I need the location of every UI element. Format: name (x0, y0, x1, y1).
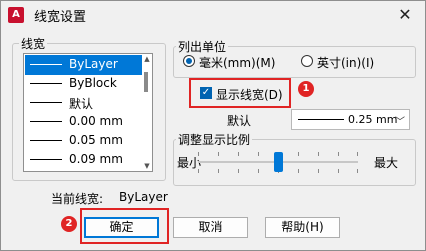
mm-radio-label[interactable]: 毫米(mm)(M) (199, 54, 275, 71)
slider-tick (218, 152, 219, 156)
list-item-0-09[interactable]: 0.09 mm (25, 150, 142, 170)
scrollbar-thumb[interactable] (144, 72, 148, 92)
app-logo-icon: A (8, 7, 24, 23)
lineweights-label: 线宽 (19, 35, 48, 52)
list-item-default[interactable]: 默认 (25, 93, 142, 113)
line-sample (30, 159, 62, 160)
units-label: 列出单位 (176, 38, 229, 55)
callout-badge-2: 2 (61, 216, 77, 232)
slider-tick (338, 152, 339, 156)
current-lineweight-value: ByLayer (119, 190, 168, 204)
highlight-box-2 (80, 208, 169, 244)
default-label: 默认 (227, 114, 252, 128)
title-bar: A 线宽设置 ✕ (1, 1, 425, 29)
slider-tick (298, 152, 299, 156)
default-lineweight-dropdown[interactable]: 0.25 mm ﹀ (291, 109, 410, 130)
help-button[interactable]: 帮助(H) (265, 217, 340, 238)
list-item-0-05[interactable]: 0.05 mm (25, 131, 142, 151)
dropdown-value: 0.25 mm (348, 113, 398, 126)
callout-badge-1: 1 (298, 81, 314, 97)
list-item-label: 0.00 mm (69, 114, 123, 128)
line-sample (30, 140, 62, 141)
chevron-down-icon[interactable]: ﹀ (395, 113, 405, 128)
slider-tick (298, 169, 299, 173)
list-item-label: 0.05 mm (69, 133, 123, 147)
scroll-down-icon[interactable]: ▼ (143, 162, 151, 170)
close-icon[interactable]: ✕ (387, 3, 423, 27)
slider-tick (198, 169, 199, 173)
list-item-bylayer[interactable]: ByLayer (25, 55, 142, 75)
scroll-up-icon[interactable]: ▲ (143, 55, 151, 63)
scale-slider-thumb[interactable] (274, 152, 283, 172)
list-item-byblock[interactable]: ByBlock (25, 74, 142, 94)
slider-tick (357, 169, 358, 173)
line-sample (298, 119, 344, 120)
list-item-label: ByBlock (69, 76, 117, 90)
scale-max-label: 最大 (374, 156, 399, 170)
slider-tick (318, 169, 319, 173)
slider-tick (357, 152, 358, 156)
inch-radio[interactable] (301, 55, 313, 67)
cancel-button[interactable]: 取消 (173, 217, 248, 238)
list-item-label: 默认 (69, 97, 94, 111)
mm-radio[interactable] (183, 55, 195, 67)
slider-tick (338, 169, 339, 173)
slider-tick (318, 152, 319, 156)
line-sample (30, 83, 62, 84)
slider-tick (238, 169, 239, 173)
lineweight-list[interactable]: ByLayer ByBlock 默认 0.00 mm 0.05 mm 0.09 … (23, 53, 153, 172)
current-lineweight-label: 当前线宽: (51, 192, 104, 206)
dialog-title: 线宽设置 (34, 10, 87, 25)
highlight-box-1 (189, 78, 291, 108)
slider-tick (218, 169, 219, 173)
list-item-0-00[interactable]: 0.00 mm (25, 112, 142, 132)
inch-radio-label[interactable]: 英寸(in)(I) (317, 54, 374, 71)
line-sample (30, 121, 62, 122)
slider-tick (198, 152, 199, 156)
slider-tick (258, 169, 259, 173)
line-sample (30, 64, 62, 65)
list-item-label: ByLayer (69, 57, 118, 71)
line-sample (30, 102, 62, 103)
slider-tick (238, 152, 239, 156)
lineweight-settings-dialog: A 线宽设置 ✕ 线宽 ByLayer ByBlock 默认 0.00 mm 0… (0, 0, 426, 251)
slider-tick (258, 152, 259, 156)
scale-label: 调整显示比例 (176, 131, 253, 148)
list-item-label: 0.09 mm (69, 152, 123, 166)
list-scrollbar[interactable]: ▲ ▼ (143, 55, 151, 170)
